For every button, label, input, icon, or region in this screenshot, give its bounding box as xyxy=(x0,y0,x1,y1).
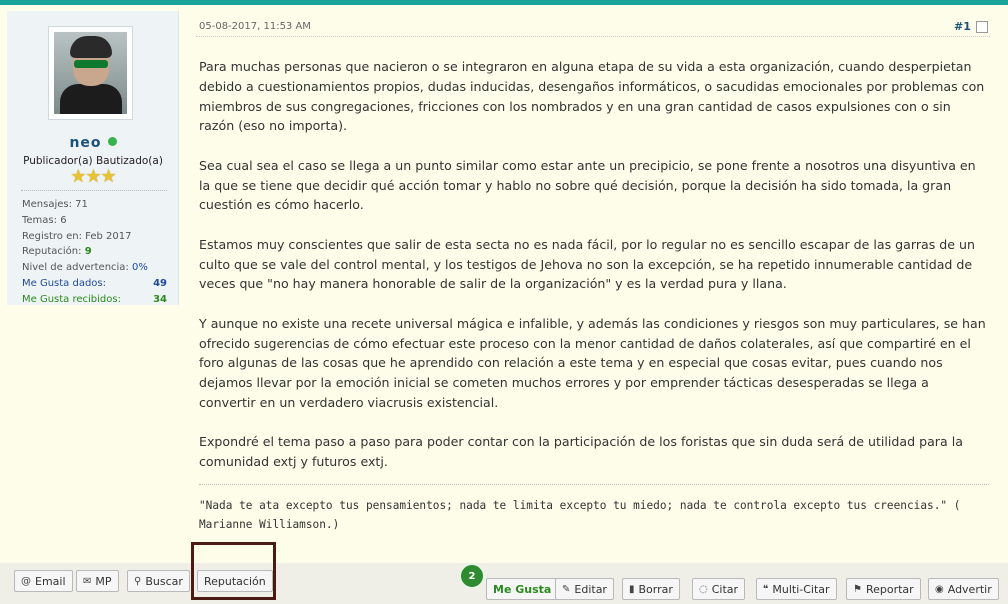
post-body: Para muchas personas que nacieron o se i… xyxy=(199,57,989,492)
user-stats: Mensajes: 71 Temas: 6 Registro en: Feb 2… xyxy=(22,197,167,308)
edit-button[interactable]: ✎ Editar xyxy=(555,578,614,600)
post-select-checkbox[interactable] xyxy=(976,21,988,33)
avatar[interactable] xyxy=(48,26,133,120)
stat-temas: Temas: 6 xyxy=(22,214,67,226)
multi-quote-button[interactable]: ❝ Multi-Citar xyxy=(756,578,837,600)
post-paragraph: Sea cual sea el caso se llega a un punto… xyxy=(199,157,976,213)
stat-reputacion: Reputación: 9 xyxy=(22,246,92,258)
username-row: neo xyxy=(7,135,179,151)
highlight-box xyxy=(191,542,276,600)
post-paragraph: Expondré el tema paso a paso para poder … xyxy=(199,434,963,470)
stat-registro: Registro en: Feb 2017 xyxy=(22,230,132,242)
flag-icon: ⚑ xyxy=(853,583,862,595)
quote-button[interactable]: ◌ Citar xyxy=(692,578,746,600)
stat-advertencia: Nivel de advertencia: 0% xyxy=(22,262,148,274)
post-number-link[interactable]: #1 xyxy=(954,20,971,33)
warn-button[interactable]: ◉ Advertir xyxy=(928,578,999,600)
sidebar-divider xyxy=(21,190,167,191)
report-button[interactable]: ⚑ Reportar xyxy=(846,578,921,600)
stat-me-gusta-dados: Me Gusta dados: 49 xyxy=(22,276,167,292)
email-button[interactable]: @ Email xyxy=(14,570,73,592)
stat-me-gusta-dados-value: 49 xyxy=(153,277,167,289)
search-icon: ⚲ xyxy=(134,575,142,587)
post-date: 05-08-2017, 11:53 AM xyxy=(199,21,311,32)
pencil-icon: ✎ xyxy=(562,583,571,595)
stat-me-gusta-recibidos: Me Gusta recibidos: 34 xyxy=(22,292,167,308)
stat-reputacion-value: 9 xyxy=(84,246,92,258)
like-button[interactable]: Me Gusta xyxy=(486,578,559,600)
like-count-badge: 2 xyxy=(459,563,485,589)
post-paragraph: Estamos muy conscientes que salir de est… xyxy=(199,236,976,292)
search-button[interactable]: ⚲ Buscar xyxy=(127,570,190,592)
envelope-icon: ✉ xyxy=(83,575,92,587)
post-signature: "Nada te ata excepto tus pensamientos; n… xyxy=(199,499,961,531)
eye-icon: ◉ xyxy=(935,583,944,595)
at-sign-icon: @ xyxy=(21,575,31,587)
avatar-image xyxy=(54,32,127,114)
rank-stars-icon: ★★★ xyxy=(70,166,116,187)
post-paragraph: Para muchas personas que nacieron o se i… xyxy=(199,59,985,134)
signature-divider xyxy=(199,484,989,485)
speech-bubble-icon: ◌ xyxy=(699,583,708,595)
post-paragraph: Y aunque no existe una recete universal … xyxy=(199,315,986,410)
stat-mensajes: Mensajes: 71 xyxy=(22,199,88,210)
online-status-icon xyxy=(107,137,117,146)
post-header-divider xyxy=(196,36,990,37)
user-info-panel: neo Publicador(a) Bautizado(a) ★★★ Mensa… xyxy=(7,11,179,305)
delete-button[interactable]: ▮ Borrar xyxy=(622,578,680,600)
stat-me-gusta-recibidos-value: 34 xyxy=(153,293,167,305)
stat-advertencia-value: 0% xyxy=(132,262,148,274)
private-message-button[interactable]: ✉ MP xyxy=(76,570,119,592)
top-accent-bar xyxy=(0,0,1008,5)
username-link[interactable]: neo xyxy=(69,135,101,151)
trash-icon: ▮ xyxy=(629,583,635,595)
quote-marks-icon: ❝ xyxy=(763,583,769,595)
